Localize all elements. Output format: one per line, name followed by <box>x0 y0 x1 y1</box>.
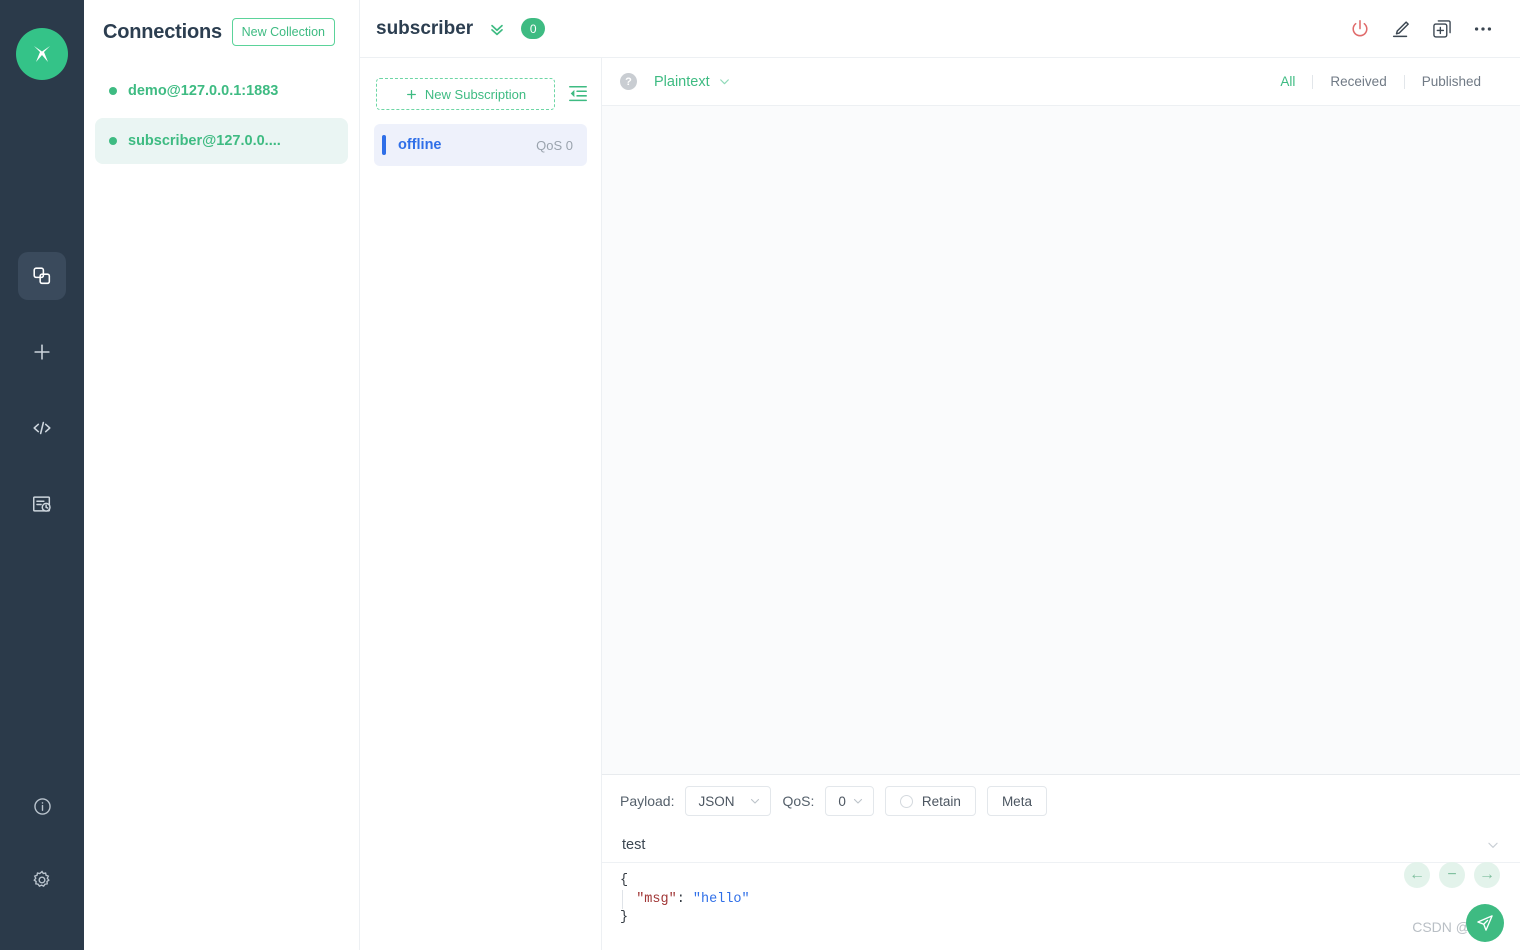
payload-editor[interactable]: { "msg": "hello" } <box>602 863 1520 950</box>
json-colon: : <box>676 891 693 907</box>
sidebar-item-new-connection[interactable] <box>18 328 66 376</box>
retain-toggle[interactable]: Retain <box>884 786 976 816</box>
payload-format-value: Plaintext <box>654 73 710 90</box>
chevron-down-icon <box>719 79 729 85</box>
publish-topic-input[interactable]: test <box>622 837 1486 853</box>
prev-message-button[interactable]: ← <box>1404 862 1430 888</box>
retain-label: Retain <box>921 793 961 809</box>
icon-rail <box>0 0 84 950</box>
mqttx-window: Connections New Collection demo@127.0.0.… <box>0 0 1520 950</box>
code-line: { <box>620 873 629 888</box>
plus-icon <box>406 89 416 99</box>
messages-toolbar: ? Plaintext All Received Published <box>602 58 1520 106</box>
subscription-list: offline QoS 0 <box>360 110 601 166</box>
message-nav-buttons: ← − → <box>1404 862 1500 888</box>
subscriptions-header: New Subscription <box>360 78 601 110</box>
subscription-color-bar <box>382 135 386 155</box>
sidebar-item-info[interactable] <box>18 782 66 830</box>
rail-bottom-group <box>18 782 66 950</box>
publish-topic-row[interactable]: test <box>602 827 1520 863</box>
filter-tab-all[interactable]: All <box>1263 74 1312 89</box>
sidebar-item-settings[interactable] <box>18 856 66 904</box>
mqttx-logo <box>16 28 68 80</box>
subscription-item[interactable]: offline QoS 0 <box>374 124 587 166</box>
chevron-down-icon <box>853 798 862 804</box>
topic-history-chevron-down-icon <box>1488 842 1498 848</box>
chevron-down-icon <box>751 798 760 804</box>
connection-name: demo@127.0.0.1:1883 <box>128 83 279 99</box>
main-area: subscriber 0 New Subscription offline Qo… <box>360 0 1520 950</box>
new-window-icon[interactable] <box>1431 18 1453 40</box>
sidebar-item-log-history[interactable] <box>18 480 66 528</box>
publish-panel: Payload: JSON QoS: 0 Retain Meta test {… <box>602 775 1520 950</box>
connection-title: subscriber <box>376 17 474 39</box>
retain-radio-icon <box>899 794 913 808</box>
payload-format-select[interactable]: Plaintext <box>654 74 731 90</box>
chevron-double-down-icon[interactable] <box>487 19 507 39</box>
payload-label: Payload: <box>620 793 675 809</box>
code-line: } <box>620 910 629 925</box>
sidebar-item-code[interactable] <box>18 404 66 452</box>
connection-item-demo[interactable]: demo@127.0.0.1:1883 <box>95 68 348 114</box>
disconnect-power-icon[interactable] <box>1349 18 1371 40</box>
page-title: Connections <box>103 20 222 43</box>
payload-type-value: JSON <box>698 793 735 809</box>
filter-tab-published[interactable]: Published <box>1405 74 1498 89</box>
subscription-qos: QoS 0 <box>536 137 573 153</box>
message-filter-tabs: All Received Published <box>1263 74 1498 89</box>
json-key: "msg" <box>636 891 677 907</box>
new-subscription-label: New Subscription <box>424 86 527 102</box>
collapse-panel-icon[interactable] <box>567 84 589 104</box>
qos-select[interactable]: 0 <box>825 786 874 816</box>
subscription-topic: offline <box>398 137 442 153</box>
json-value: "hello" <box>692 891 750 907</box>
more-options-icon[interactable] <box>1472 18 1494 40</box>
new-subscription-button[interactable]: New Subscription <box>376 78 555 110</box>
connection-item-subscriber[interactable]: subscriber@127.0.0.... <box>95 118 348 164</box>
content-row: New Subscription offline QoS 0 ? Plainte… <box>360 58 1520 950</box>
messages-column: ? Plaintext All Received Published Paylo… <box>602 58 1520 950</box>
message-count-badge: 0 <box>521 18 546 39</box>
connection-toolbar: subscriber 0 <box>360 0 1520 58</box>
code-line: "msg": "hello" <box>620 891 1520 910</box>
subscriptions-panel: New Subscription offline QoS 0 <box>360 58 602 950</box>
connection-name: subscriber@127.0.0.... <box>128 133 281 149</box>
meta-button[interactable]: Meta <box>986 786 1047 816</box>
status-dot-connected <box>109 137 117 145</box>
qos-value: 0 <box>838 793 846 809</box>
new-collection-button[interactable]: New Collection <box>231 18 335 46</box>
connection-list: demo@127.0.0.1:1883 subscriber@127.0.0..… <box>84 58 359 168</box>
edit-pencil-icon[interactable] <box>1390 18 1412 40</box>
meta-label: Meta <box>1001 793 1032 809</box>
help-question-icon[interactable]: ? <box>620 73 637 90</box>
filter-tab-received[interactable]: Received <box>1313 74 1403 89</box>
connections-header: Connections New Collection <box>84 0 359 58</box>
send-message-button[interactable] <box>1466 904 1504 942</box>
connections-panel: Connections New Collection demo@127.0.0.… <box>84 0 360 950</box>
message-list-empty[interactable] <box>602 106 1520 775</box>
qos-label: QoS: <box>782 793 815 809</box>
sidebar-item-connections[interactable] <box>18 252 66 300</box>
next-message-button[interactable]: → <box>1474 862 1500 888</box>
toolbar-actions <box>1349 18 1494 40</box>
status-dot-connected <box>109 87 117 95</box>
publish-options: Payload: JSON QoS: 0 Retain Meta <box>602 775 1520 827</box>
clear-message-button[interactable]: − <box>1439 862 1465 888</box>
indent-guide <box>622 890 623 909</box>
payload-type-select[interactable]: JSON <box>685 786 772 816</box>
